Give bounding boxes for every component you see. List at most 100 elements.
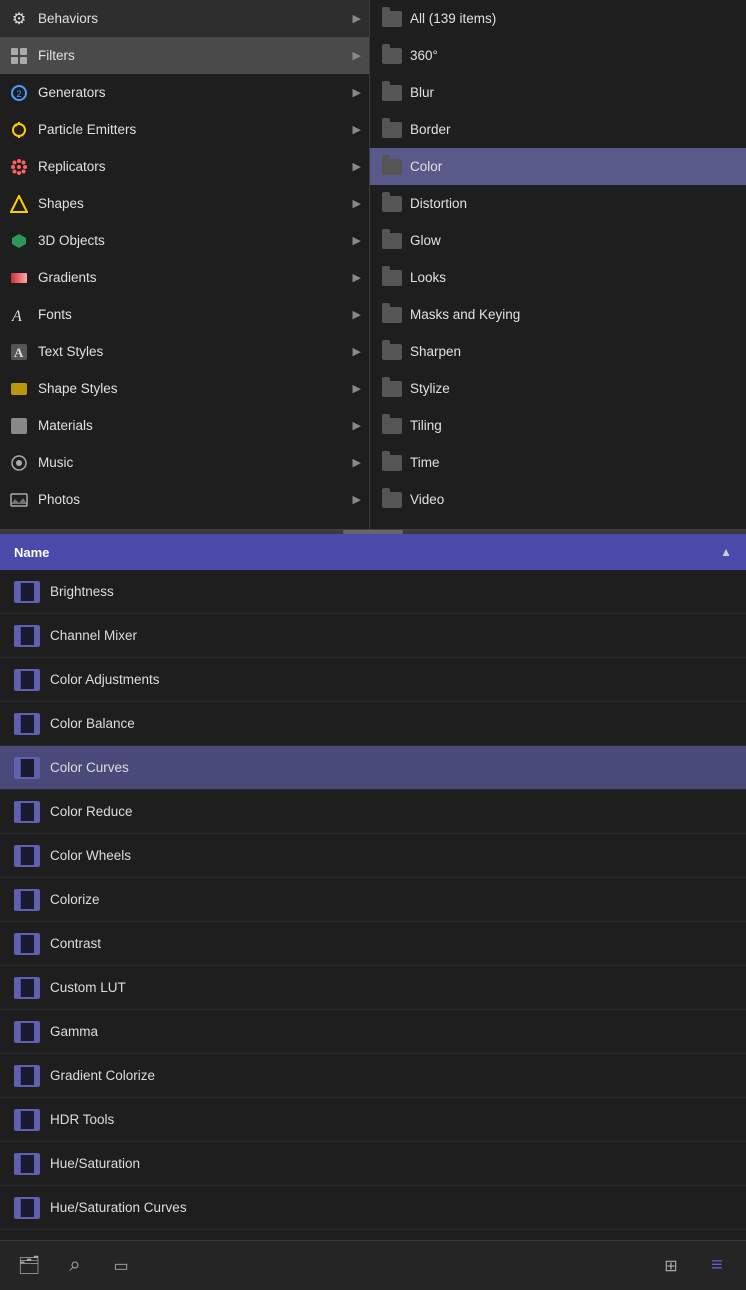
behaviors-label: Behaviors (38, 11, 349, 26)
left-menu-item-fonts[interactable]: A Fonts ▶ (0, 296, 369, 333)
film-icon-channel-mixer (14, 625, 40, 647)
left-menu-item-filters[interactable]: Filters ▶ (0, 37, 369, 74)
right-menu-item-color[interactable]: Color (370, 148, 746, 185)
left-menu-item-behaviors[interactable]: ⚙Behaviors▶ (0, 0, 369, 37)
fonts-label: Fonts (38, 307, 349, 322)
generators-arrow-icon: ▶ (353, 86, 361, 99)
photos-arrow-icon: ▶ (353, 493, 361, 506)
contrast-filter-label: Contrast (50, 936, 101, 951)
photos-label: Photos (38, 492, 349, 507)
film-icon-hue-saturation-curves (14, 1197, 40, 1219)
sort-caret-icon: ▲ (720, 545, 732, 559)
name-header[interactable]: Name ▲ (0, 534, 746, 570)
filter-item-brightness[interactable]: Brightness (0, 570, 746, 614)
right-menu-item-tiling[interactable]: Tiling (370, 407, 746, 444)
hue-saturation-filter-label: Hue/Saturation (50, 1156, 140, 1171)
folder-icon-glow (382, 233, 402, 249)
right-menu-item-video[interactable]: Video (370, 481, 746, 518)
looks-right-label: Looks (410, 270, 446, 285)
replicators-icon (8, 156, 30, 178)
bottom-toolbar: 🗂 ⌕ ▭ ⊞ ≡ (0, 1240, 746, 1290)
color-adjustments-filter-label: Color Adjustments (50, 672, 160, 687)
filter-item-hdr-tools[interactable]: HDR Tools (0, 1098, 746, 1142)
filter-item-channel-mixer[interactable]: Channel Mixer (0, 614, 746, 658)
film-icon-brightness (14, 581, 40, 603)
text-styles-arrow-icon: ▶ (353, 345, 361, 358)
folder-button[interactable]: 🗂 (16, 1253, 42, 1279)
all-right-label: All (139 items) (410, 11, 496, 26)
film-icon-color-curves (14, 757, 40, 779)
right-menu-item-time[interactable]: Time (370, 444, 746, 481)
search-button[interactable]: ⌕ (62, 1253, 88, 1279)
filter-item-hue-saturation[interactable]: Hue/Saturation (0, 1142, 746, 1186)
folder-icon-time (382, 455, 402, 471)
left-menu-item-generators[interactable]: 2Generators▶ (0, 74, 369, 111)
video-right-label: Video (410, 492, 444, 507)
filter-item-gamma[interactable]: Gamma (0, 1010, 746, 1054)
filter-item-color-balance[interactable]: Color Balance (0, 702, 746, 746)
left-menu-item-text-styles[interactable]: A Text Styles ▶ (0, 333, 369, 370)
right-menu-item-blur[interactable]: Blur (370, 74, 746, 111)
360-right-label: 360° (410, 48, 438, 63)
particle-emitters-arrow-icon: ▶ (353, 123, 361, 136)
music-icon (8, 452, 30, 474)
name-header-label: Name (14, 545, 49, 560)
right-menu-item-sharpen[interactable]: Sharpen (370, 333, 746, 370)
left-menu-item-photos[interactable]: Photos ▶ (0, 481, 369, 518)
behaviors-arrow-icon: ▶ (353, 12, 361, 25)
grid-view-button[interactable]: ⊞ (658, 1253, 684, 1279)
left-menu-item-3d-objects[interactable]: 3D Objects ▶ (0, 222, 369, 259)
left-menu-item-shape-styles[interactable]: Shape Styles▶ (0, 370, 369, 407)
tiling-right-label: Tiling (410, 418, 442, 433)
film-icon-color-adjustments (14, 669, 40, 691)
right-menu-item-360[interactable]: 360° (370, 37, 746, 74)
right-menu-item-border[interactable]: Border (370, 111, 746, 148)
filter-item-contrast[interactable]: Contrast (0, 922, 746, 966)
left-menu-item-materials[interactable]: Materials▶ (0, 407, 369, 444)
3d-objects-arrow-icon: ▶ (353, 234, 361, 247)
filter-item-color-adjustments[interactable]: Color Adjustments (0, 658, 746, 702)
filters-label: Filters (38, 48, 349, 63)
folder-icon-sharpen (382, 344, 402, 360)
fonts-arrow-icon: ▶ (353, 308, 361, 321)
right-menu-item-looks[interactable]: Looks (370, 259, 746, 296)
left-menu-item-replicators[interactable]: Replicators▶ (0, 148, 369, 185)
text-styles-icon: A (8, 341, 30, 363)
shape-styles-arrow-icon: ▶ (353, 382, 361, 395)
materials-icon (8, 415, 30, 437)
right-menu-item-distortion[interactable]: Distortion (370, 185, 746, 222)
particle-emitters-label: Particle Emitters (38, 122, 349, 137)
left-menu-item-gradients[interactable]: Gradients▶ (0, 259, 369, 296)
filter-item-gradient-colorize[interactable]: Gradient Colorize (0, 1054, 746, 1098)
shapes-label: Shapes (38, 196, 349, 211)
filter-item-custom-lut[interactable]: Custom LUT (0, 966, 746, 1010)
right-menu-item-stylize[interactable]: Stylize (370, 370, 746, 407)
text-styles-label: Text Styles (38, 344, 349, 359)
3d-objects-label: 3D Objects (38, 233, 349, 248)
shape-styles-icon (8, 378, 30, 400)
right-menu-item-glow[interactable]: Glow (370, 222, 746, 259)
preview-button[interactable]: ▭ (108, 1253, 134, 1279)
glow-right-label: Glow (410, 233, 441, 248)
right-menu-item-all[interactable]: All (139 items) (370, 0, 746, 37)
folder-icon-blur (382, 85, 402, 101)
border-right-label: Border (410, 122, 451, 137)
film-icon-color-balance (14, 713, 40, 735)
fonts-icon: A (8, 304, 30, 326)
filter-item-color-reduce[interactable]: Color Reduce (0, 790, 746, 834)
filters-arrow-icon: ▶ (353, 49, 361, 62)
left-menu: ⚙Behaviors▶Filters▶2Generators▶Particle … (0, 0, 370, 529)
right-menu-item-masks-and-keying[interactable]: Masks and Keying (370, 296, 746, 333)
list-view-button[interactable]: ≡ (704, 1253, 730, 1279)
color-reduce-filter-label: Color Reduce (50, 804, 133, 819)
film-icon-gradient-colorize (14, 1065, 40, 1087)
filter-item-hue-saturation-curves[interactable]: Hue/Saturation Curves (0, 1186, 746, 1230)
filter-item-color-wheels[interactable]: Color Wheels (0, 834, 746, 878)
left-menu-item-particle-emitters[interactable]: Particle Emitters ▶ (0, 111, 369, 148)
generators-icon: 2 (8, 82, 30, 104)
color-curves-filter-label: Color Curves (50, 760, 129, 775)
filter-item-color-curves[interactable]: Color Curves (0, 746, 746, 790)
filter-item-colorize[interactable]: Colorize (0, 878, 746, 922)
left-menu-item-shapes[interactable]: Shapes▶ (0, 185, 369, 222)
left-menu-item-music[interactable]: Music▶ (0, 444, 369, 481)
